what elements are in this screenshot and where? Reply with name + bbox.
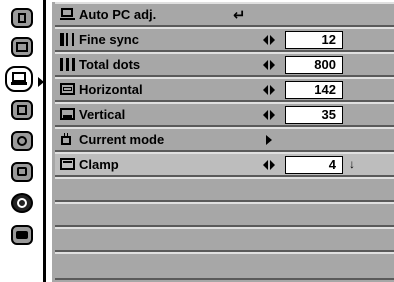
row-label: Vertical (79, 107, 126, 122)
keystone-icon[interactable] (11, 225, 33, 245)
pc-monitor-icon (60, 8, 75, 21)
clamp-value[interactable]: 4 (285, 156, 343, 174)
menu-row-fine-sync[interactable]: Fine sync 12 (55, 27, 394, 52)
pc-adjust-menu: Auto PC adj. ↵ Fine sync 12 Total dots 8… (52, 2, 394, 282)
empty-row (55, 227, 394, 252)
menu-row-vertical[interactable]: Vertical 35 (55, 102, 394, 127)
screen-icon[interactable] (11, 100, 33, 120)
row-label: Total dots (79, 57, 141, 72)
empty-row (55, 252, 394, 280)
vertical-value[interactable]: 35 (285, 106, 343, 124)
menu-row-current-mode[interactable]: Current mode (55, 127, 394, 152)
active-indicator-icon (38, 77, 44, 87)
row-label: Horizontal (79, 82, 143, 97)
total-dots-icon (60, 58, 75, 71)
total-dots-value[interactable]: 800 (285, 56, 343, 74)
row-label: Clamp (79, 157, 119, 172)
empty-row (55, 202, 394, 227)
sidebar (0, 0, 50, 282)
clamp-icon (60, 158, 75, 171)
adjust-arrows-icon[interactable] (263, 85, 275, 95)
input-icon[interactable] (11, 8, 33, 28)
current-mode-icon (60, 133, 75, 146)
row-label: Auto PC adj. (79, 7, 157, 22)
row-label: Fine sync (79, 32, 139, 47)
adjust-arrows-icon[interactable] (263, 110, 275, 120)
sidebar-divider (43, 0, 46, 282)
sound-icon[interactable] (11, 193, 33, 213)
fine-sync-icon (60, 33, 75, 46)
image-select-icon[interactable] (11, 37, 33, 57)
setting-icon[interactable] (11, 162, 33, 182)
enter-icon: ↵ (233, 7, 246, 24)
adjust-arrows-icon[interactable] (263, 60, 275, 70)
menu-row-total-dots[interactable]: Total dots 800 (55, 52, 394, 77)
color-adjust-icon[interactable] (11, 131, 33, 151)
empty-row (55, 177, 394, 202)
horizontal-icon (60, 83, 75, 96)
adjust-arrows-icon[interactable] (263, 160, 275, 170)
scroll-down-icon: ↓ (349, 157, 355, 171)
pc-adjust-icon[interactable] (5, 66, 33, 92)
menu-row-horizontal[interactable]: Horizontal 142 (55, 77, 394, 102)
fine-sync-value[interactable]: 12 (285, 31, 343, 49)
vertical-icon (60, 108, 75, 121)
submenu-arrow-icon[interactable] (266, 135, 272, 145)
menu-row-clamp[interactable]: Clamp 4 ↓ (55, 152, 394, 177)
adjust-arrows-icon[interactable] (263, 35, 275, 45)
row-label: Current mode (79, 132, 165, 147)
menu-row-auto-pc-adj[interactable]: Auto PC adj. ↵ (55, 2, 394, 27)
horizontal-value[interactable]: 142 (285, 81, 343, 99)
